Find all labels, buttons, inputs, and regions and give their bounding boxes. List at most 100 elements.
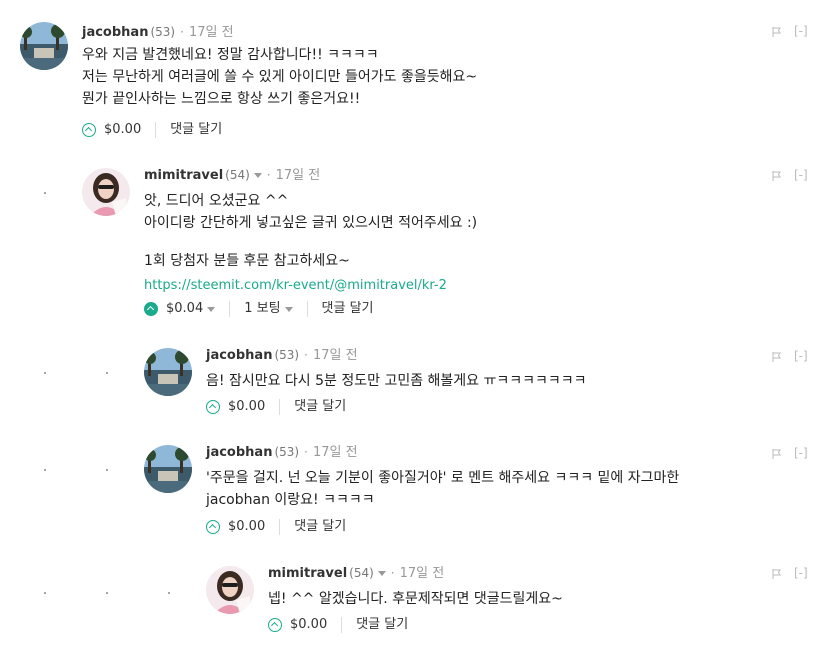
reply-button[interactable]: 댓글 달기 [294, 397, 346, 417]
flag-icon[interactable] [772, 568, 782, 579]
divider [279, 399, 281, 415]
comment-footer: $0.00 댓글 달기 [206, 517, 346, 537]
timestamp[interactable]: 17일 전 [313, 445, 358, 460]
divider [306, 301, 308, 317]
reputation: (54) [225, 168, 250, 182]
collapse-button[interactable]: [-] [794, 446, 808, 460]
upvote-icon[interactable] [268, 618, 282, 632]
avatar[interactable] [144, 445, 192, 493]
comment-actions: [-] [772, 24, 808, 38]
thread-dot [168, 592, 170, 594]
comment-body: 넵! ^^ 알겠습니다. 후문제작되면 댓글드릴게요~ [268, 588, 563, 610]
flag-icon[interactable] [772, 351, 782, 362]
upvote-icon[interactable] [206, 520, 220, 534]
reputation: (54) [349, 566, 374, 580]
comment-actions: [-] [772, 349, 808, 363]
comment-line: 앗, 드디어 오셨군요 ^^ [144, 193, 289, 209]
comment-line: 저는 무난하게 여러글에 쓸 수 있게 아이디만 들어가도 좋을듯해요~ [82, 69, 478, 85]
comment-actions: [-] [772, 168, 808, 182]
collapse-button[interactable]: [-] [794, 24, 808, 38]
timestamp[interactable]: 17일 전 [276, 168, 321, 183]
thread-dot [106, 469, 108, 471]
upvote-icon[interactable] [82, 123, 96, 137]
caret-down-icon[interactable] [207, 306, 216, 312]
comment-header: mimitravel (54) · 17일 전 [268, 564, 444, 583]
reply-button[interactable]: 댓글 달기 [294, 517, 346, 537]
thread-dot [44, 372, 46, 374]
thread-dot [106, 592, 108, 594]
caret-down-icon[interactable] [253, 173, 262, 178]
author-name[interactable]: mimitravel [268, 566, 347, 581]
comment-line: 아이디랑 간단하게 넣고싶은 글귀 있으시면 적어주세요 :) [144, 215, 478, 231]
payout-amount[interactable]: $0.00 [290, 615, 327, 635]
thread-dot [44, 592, 46, 594]
payout-amount[interactable]: $0.04 [166, 299, 203, 319]
author-name[interactable]: mimitravel [144, 168, 223, 183]
reply-button[interactable]: 댓글 달기 [170, 120, 222, 140]
reply-button[interactable]: 댓글 달기 [356, 615, 408, 635]
author-name[interactable]: jacobhan [82, 25, 148, 40]
comment-body: 음! 잠시만요 다시 5분 정도만 고민좀 해볼게요 ㅠㅋㅋㅋㅋㅋㅋㅋ [206, 370, 587, 392]
collapse-button[interactable]: [-] [794, 566, 808, 580]
upvote-icon[interactable] [206, 400, 220, 414]
avatar[interactable] [144, 348, 192, 396]
reputation: (53) [274, 348, 300, 362]
thread-dot [106, 372, 108, 374]
collapse-button[interactable]: [-] [794, 168, 808, 182]
separator-dot: · [304, 348, 308, 362]
divider [155, 122, 157, 138]
comment-footer: $0.00 댓글 달기 [206, 397, 346, 417]
thread-dot [44, 192, 46, 194]
comment-actions: [-] [772, 446, 808, 460]
comment-body: '주문을 걸지. 넌 오늘 기분이 좋아질거야' 로 멘트 해주세요 ㅋㅋㅋ 밑… [206, 467, 679, 511]
comment-body-extra: 1회 당첨자 분들 후문 참고하세요~ https://steemit.com/… [144, 250, 447, 297]
vote-count[interactable]: 1 보팅 [244, 299, 280, 319]
separator-dot: · [304, 445, 308, 459]
comment-footer: $0.04 1 보팅 댓글 달기 [144, 299, 374, 319]
avatar[interactable] [206, 566, 254, 614]
comment-line: 1회 당첨자 분들 후문 참고하세요~ [144, 253, 350, 269]
separator-dot: · [180, 25, 184, 39]
timestamp[interactable]: 17일 전 [189, 25, 234, 40]
caret-down-icon[interactable] [284, 306, 293, 312]
comment-line: jacobhan 이랑요! ㅋㅋㅋㅋ [206, 492, 375, 508]
comment-line: 음! 잠시만요 다시 5분 정도만 고민좀 해볼게요 ㅠㅋㅋㅋㅋㅋㅋㅋ [206, 373, 587, 389]
timestamp[interactable]: 17일 전 [313, 348, 358, 363]
thread-dot [44, 469, 46, 471]
comment-footer: $0.00 댓글 달기 [82, 120, 222, 140]
divider [229, 301, 231, 317]
author-name[interactable]: jacobhan [206, 348, 272, 363]
avatar[interactable] [20, 22, 68, 70]
separator-dot: · [266, 168, 271, 182]
comment-line: '주문을 걸지. 넌 오늘 기분이 좋아질거야' 로 멘트 해주세요 ㅋㅋㅋ 밑… [206, 470, 680, 486]
flag-icon[interactable] [772, 448, 782, 459]
comment-header: jacobhan (53) · 17일 전 [206, 346, 358, 365]
comment-header: jacobhan (53) · 17일 전 [206, 443, 358, 462]
payout-amount[interactable]: $0.00 [228, 517, 265, 537]
divider [341, 617, 343, 633]
payout-amount[interactable]: $0.00 [104, 120, 141, 140]
flag-icon[interactable] [772, 170, 782, 181]
comment-line: 넵! ^^ 알겠습니다. 후문제작되면 댓글드릴게요~ [268, 591, 563, 607]
caret-down-icon[interactable] [377, 571, 386, 576]
divider [279, 519, 281, 535]
reputation: (53) [150, 25, 176, 39]
comment-actions: [-] [772, 566, 808, 580]
payout-amount[interactable]: $0.00 [228, 397, 265, 417]
comment-footer: $0.00 댓글 달기 [268, 615, 408, 635]
collapse-button[interactable]: [-] [794, 349, 808, 363]
comment-link[interactable]: https://steemit.com/kr-event/@mimitravel… [144, 275, 447, 297]
reply-button[interactable]: 댓글 달기 [322, 299, 374, 319]
separator-dot: · [390, 566, 395, 580]
upvote-icon[interactable] [144, 302, 158, 316]
comment-body: 우와 지금 발견했네요! 정말 감사합니다!! ㅋㅋㅋㅋ 저는 무난하게 여러글… [82, 44, 477, 110]
avatar[interactable] [82, 168, 130, 216]
comment-line: 뭔가 끝인사하는 느낌으로 항상 쓰기 좋은거요!! [82, 91, 361, 107]
comment-header: jacobhan (53) · 17일 전 [82, 23, 234, 42]
comment-header: mimitravel (54) · 17일 전 [144, 166, 320, 185]
author-name[interactable]: jacobhan [206, 445, 272, 460]
flag-icon[interactable] [772, 26, 782, 37]
timestamp[interactable]: 17일 전 [400, 566, 445, 581]
comment-line: 우와 지금 발견했네요! 정말 감사합니다!! ㅋㅋㅋㅋ [82, 47, 379, 63]
reputation: (53) [274, 445, 300, 459]
